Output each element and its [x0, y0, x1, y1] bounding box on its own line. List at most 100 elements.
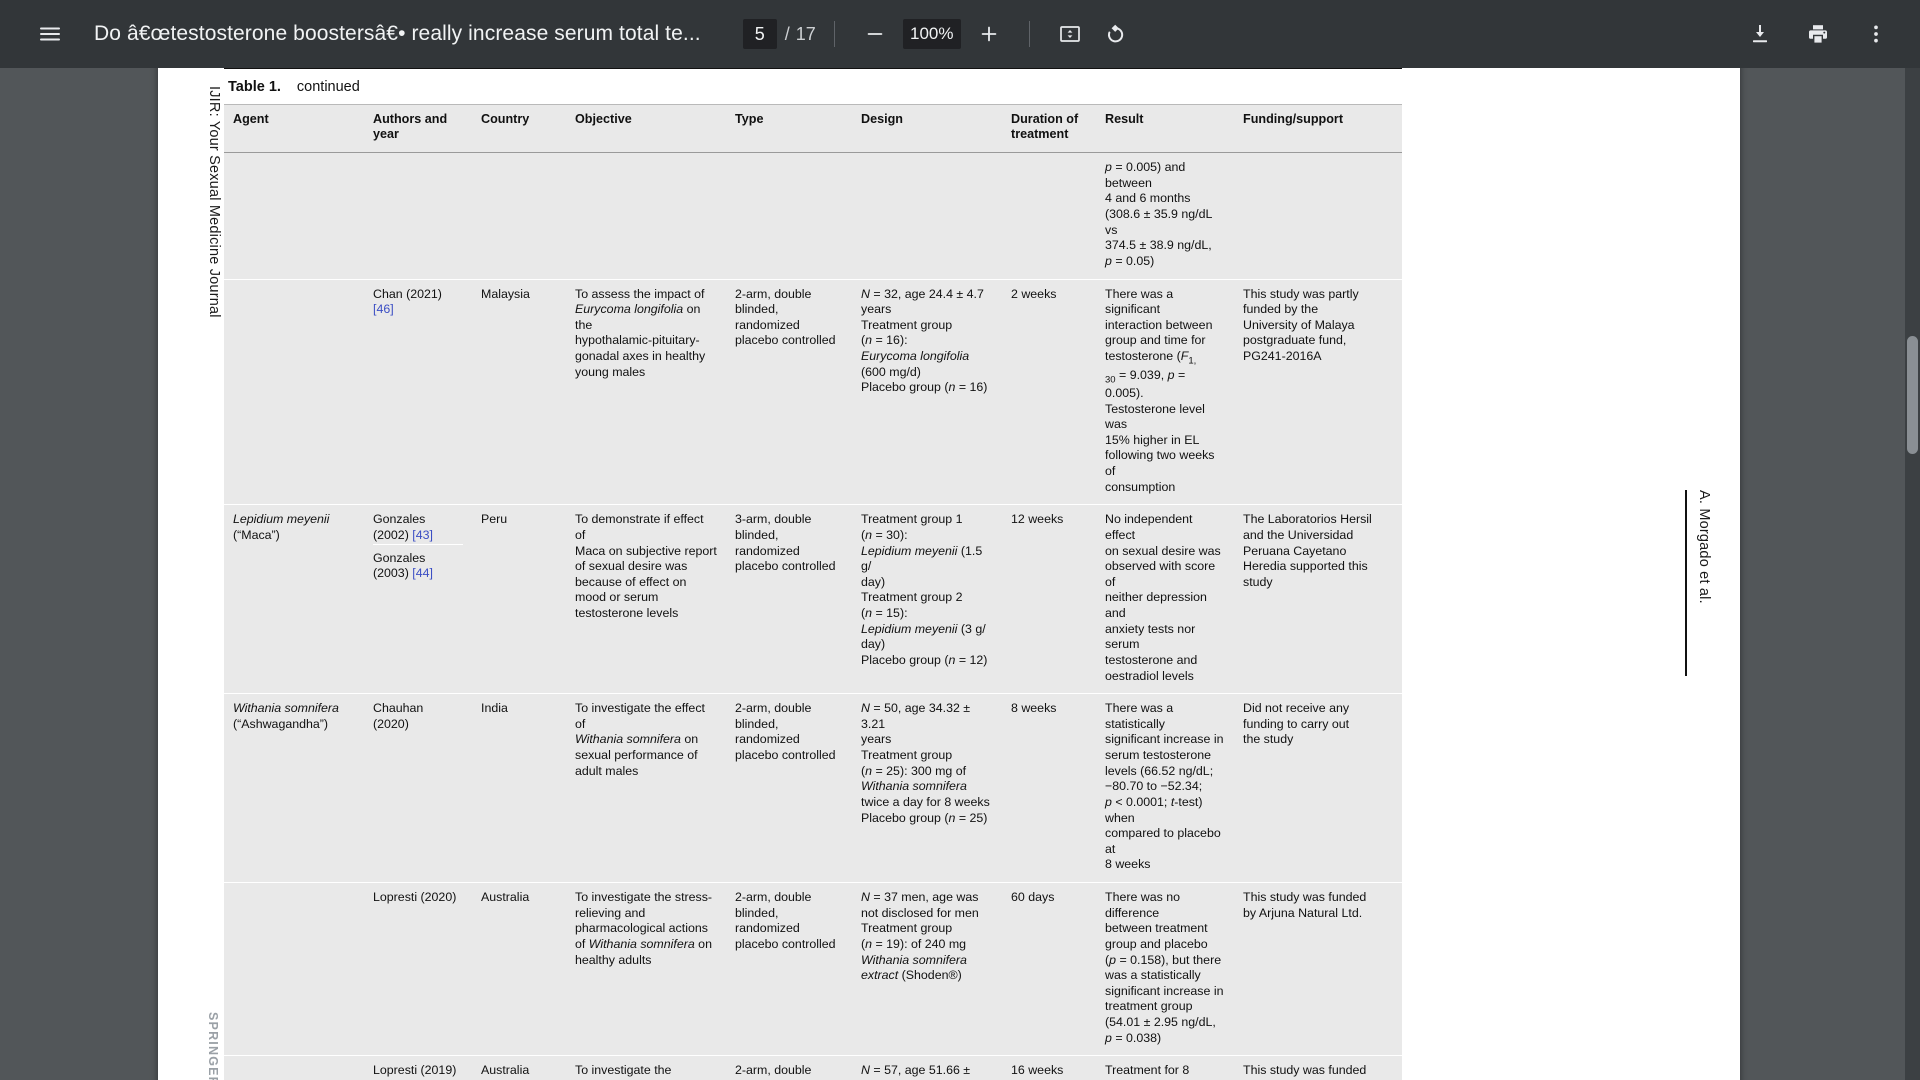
- cell-objective: To investigate the effect ofWithania som…: [566, 694, 726, 883]
- cell-country: Australia: [472, 883, 566, 1056]
- citation-link[interactable]: [46]: [373, 302, 394, 316]
- cell-design: N = 50, age 34.32 ± 3.21yearsTreatment g…: [852, 694, 1002, 883]
- print-icon[interactable]: [1796, 12, 1840, 56]
- page-separator: /: [785, 24, 790, 45]
- citation-link[interactable]: [44]: [412, 566, 433, 580]
- rotate-clockwise-icon[interactable]: [1092, 12, 1136, 56]
- cell-funding: [1234, 153, 1402, 279]
- cell-result: There was a statisticallysignificant inc…: [1096, 694, 1234, 883]
- pdf-viewer-toolbar: Do â€œtestosterone boostersâ€• really in…: [0, 0, 1920, 68]
- cell-country: Australia: [472, 1056, 566, 1080]
- table-header-row: Agent Authors and year Country Objective…: [224, 104, 1402, 153]
- cell-agent: Withania somnifera(“Ashwagandha”): [224, 694, 364, 883]
- page-number-input[interactable]: 5: [743, 19, 777, 49]
- toolbar-divider-1: [834, 21, 835, 47]
- cell-type: 2-arm, doubleblinded, crossover,randomiz…: [726, 1056, 852, 1080]
- cell-result: Treatment for 8 weekswas significantlyas…: [1096, 1056, 1234, 1080]
- cell-design: Treatment group 1(n = 30):Lepidium meyen…: [852, 505, 1002, 694]
- cell-type: 2-arm, doubleblinded,randomizedplacebo c…: [726, 694, 852, 883]
- cell-duration: 8 weeks: [1002, 694, 1096, 883]
- cell-authors: Gonzales(2002) [43] Gonzales(2003) [44]: [364, 505, 472, 694]
- column-header-objective: Objective: [566, 104, 726, 153]
- cell-agent: [224, 153, 364, 279]
- table-row: Lopresti (2020) Australia To investigate…: [224, 883, 1402, 1056]
- cell-objective: [566, 153, 726, 279]
- cell-funding: The Laboratorios Hersiland the Universid…: [1234, 505, 1402, 694]
- cell-type: 3-arm, doubleblinded,randomizedplacebo c…: [726, 505, 852, 694]
- table-row: Withania somnifera(“Ashwagandha”) Chauha…: [224, 694, 1402, 883]
- table-container: Table 1.continued Agent Authors and year…: [224, 68, 1402, 1080]
- pdf-viewport[interactable]: IJIR: Your Sexual Medicine Journal SPRIN…: [0, 68, 1920, 1080]
- cell-objective: To investigate thehormonal and vitalitye…: [566, 1056, 726, 1080]
- page-navigation: 5 / 17: [743, 19, 816, 49]
- cell-authors: Chauhan(2020): [364, 694, 472, 883]
- cell-duration: 16 weeks: [1002, 1056, 1096, 1080]
- cell-agent: [224, 279, 364, 505]
- toolbar-right-actions: [1724, 12, 1898, 56]
- table-row: Chan (2021)[46] Malaysia To assess the i…: [224, 279, 1402, 505]
- cell-agent: [224, 883, 364, 1056]
- column-header-design: Design: [852, 104, 1002, 153]
- cell-authors: Lopresti (2019): [364, 1056, 472, 1080]
- table-row: Lepidium meyenii(“Maca”) Gonzales(2002) …: [224, 505, 1402, 694]
- citation-link[interactable]: [43]: [412, 528, 433, 542]
- cell-agent: Lepidium meyenii(“Maca”): [224, 505, 364, 694]
- minus-icon[interactable]: [853, 12, 897, 56]
- cell-country: [472, 153, 566, 279]
- cell-funding: This study was fundedby Arjuna Natural L…: [1234, 883, 1402, 1056]
- vertical-scrollbar-track[interactable]: [1905, 68, 1920, 1080]
- table-row: Lopresti (2019) Australia To investigate…: [224, 1056, 1402, 1080]
- column-header-country: Country: [472, 104, 566, 153]
- zoom-level-value[interactable]: 100%: [903, 19, 961, 49]
- column-header-authors: Authors and year: [364, 104, 472, 153]
- cell-objective: To demonstrate if effect ofMaca on subje…: [566, 505, 726, 694]
- cell-result: There was a significantinteraction betwe…: [1096, 279, 1234, 505]
- hamburger-menu-icon[interactable]: [28, 12, 72, 56]
- cell-duration: 60 days: [1002, 883, 1096, 1056]
- cell-authors: [364, 153, 472, 279]
- plus-icon[interactable]: [967, 12, 1011, 56]
- column-header-type: Type: [726, 104, 852, 153]
- cell-objective: To investigate the stress-relieving andp…: [566, 883, 726, 1056]
- journal-running-head: IJIR: Your Sexual Medicine Journal: [206, 86, 222, 318]
- table-row: p = 0.005) and between4 and 6 months(308…: [224, 153, 1402, 279]
- vertical-scrollbar-thumb[interactable]: [1907, 336, 1918, 454]
- table-caption-text: continued: [297, 79, 360, 95]
- cell-funding: This study was partlyfunded by theUniver…: [1234, 279, 1402, 505]
- column-header-agent: Agent: [224, 104, 364, 153]
- document-title: Do â€œtestosterone boostersâ€• really in…: [94, 22, 701, 46]
- cell-country: Malaysia: [472, 279, 566, 505]
- cell-result: There was no differencebetween treatment…: [1096, 883, 1234, 1056]
- cell-duration: [1002, 153, 1096, 279]
- author-running-head: A. Morgado et al.: [1685, 490, 1712, 676]
- zoom-controls: 100%: [853, 12, 1011, 56]
- studies-table: Agent Authors and year Country Objective…: [224, 104, 1402, 1080]
- cell-funding: Did not receive anyfunding to carry outt…: [1234, 694, 1402, 883]
- pdf-page: IJIR: Your Sexual Medicine Journal SPRIN…: [158, 68, 1740, 1080]
- publisher-mark: SPRINGER NATURE: [206, 1012, 220, 1080]
- cell-duration: 2 weeks: [1002, 279, 1096, 505]
- cell-agent: [224, 1056, 364, 1080]
- fit-to-page-icon[interactable]: [1048, 12, 1092, 56]
- page-total-count: 17: [796, 24, 816, 45]
- column-header-funding: Funding/support: [1234, 104, 1402, 153]
- cell-funding: This study was fundedby Arjuna Natural L…: [1234, 1056, 1402, 1080]
- cell-authors: Chan (2021)[46]: [364, 279, 472, 505]
- toolbar-divider-2: [1029, 21, 1030, 47]
- cell-type: 2-arm, doubleblinded,randomizedplacebo c…: [726, 279, 852, 505]
- cell-country: India: [472, 694, 566, 883]
- cell-authors: Lopresti (2020): [364, 883, 472, 1056]
- download-icon[interactable]: [1738, 12, 1782, 56]
- cell-result: No independent effecton sexual desire wa…: [1096, 505, 1234, 694]
- cell-duration: 12 weeks: [1002, 505, 1096, 694]
- table-caption: Table 1.continued: [224, 69, 1402, 104]
- cell-country: Peru: [472, 505, 566, 694]
- cell-design: [852, 153, 1002, 279]
- more-vertical-icon[interactable]: [1854, 12, 1898, 56]
- cell-design: N = 37 men, age wasnot disclosed for men…: [852, 883, 1002, 1056]
- cell-type: 2-arm, doubleblinded,randomizedplacebo c…: [726, 883, 852, 1056]
- cell-design: N = 57, age 51.66 ± 1.19years8 weeks of …: [852, 1056, 1002, 1080]
- cell-design: N = 32, age 24.4 ± 4.7yearsTreatment gro…: [852, 279, 1002, 505]
- column-header-result: Result: [1096, 104, 1234, 153]
- cell-objective: To assess the impact ofEurycoma longifol…: [566, 279, 726, 505]
